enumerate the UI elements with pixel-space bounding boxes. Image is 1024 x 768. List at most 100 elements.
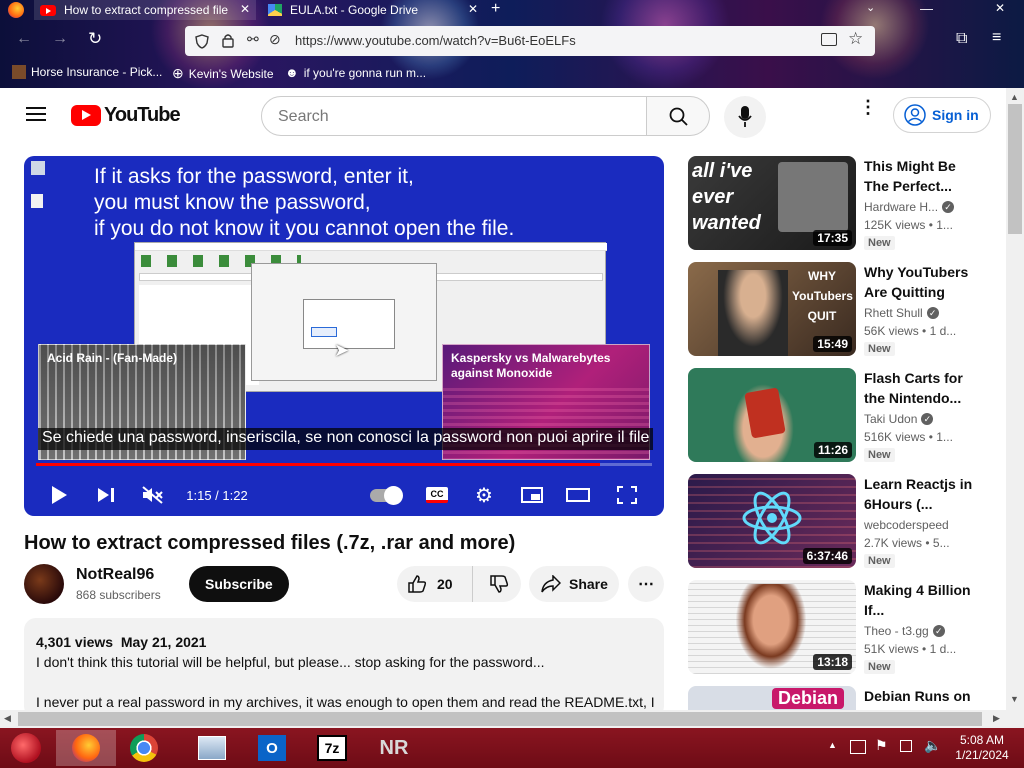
recommendation-item[interactable]: 13:18 Making 4 Billion If... Theo - t3.g… (688, 580, 988, 674)
menu-icon[interactable]: ≡ (992, 29, 1001, 47)
scroll-right-icon[interactable]: ▶ (993, 713, 1000, 724)
theater-mode-button[interactable] (564, 474, 592, 516)
recommendation-item[interactable]: 6:37:46 Learn Reactjs in 6Hours (... web… (688, 474, 988, 568)
video-thumbnail[interactable]: 13:18 (688, 580, 856, 674)
sign-in-button[interactable]: Sign in (893, 97, 991, 133)
list-tabs-icon[interactable]: ⌄ (866, 1, 875, 14)
video-player[interactable]: If it asks for the password, enter it, y… (24, 156, 664, 516)
extensions-icon[interactable]: ⧉ (956, 30, 967, 48)
clock-time: 5:08 AM (959, 733, 1005, 747)
description-line: I never put a real password in my archiv… (36, 694, 655, 710)
recommendation-item[interactable]: 11:26 Flash Carts for the Nintendo... Ta… (688, 368, 988, 462)
next-icon (98, 488, 114, 502)
firefox-menu-icon[interactable] (8, 2, 24, 18)
close-tab-icon[interactable]: ✕ (240, 2, 250, 16)
bookmark-item[interactable]: ☻ if you're gonna run m... (285, 65, 426, 80)
recommendation-item[interactable]: Debian Debian Runs on (688, 686, 988, 710)
network-icon[interactable] (900, 740, 912, 752)
video-thumbnail[interactable]: 11:26 (688, 368, 856, 462)
tab-title: How to extract compressed file (64, 3, 229, 17)
scroll-up-icon[interactable]: ▲ (1010, 92, 1019, 102)
bookmark-item[interactable]: Horse Insurance - Pick... (12, 65, 162, 79)
close-window-icon[interactable]: ✕ (995, 1, 1005, 15)
next-button[interactable] (94, 474, 118, 516)
share-button[interactable]: Share (529, 566, 619, 602)
taskbar-nr[interactable]: NR (364, 730, 424, 766)
autoplay-toggle[interactable] (368, 474, 404, 516)
video-thumbnail[interactable]: Debian (688, 686, 856, 710)
taskbar-firefox[interactable] (56, 730, 116, 766)
hamburger-menu-icon[interactable] (26, 106, 46, 122)
more-options-icon[interactable]: ⋮ (859, 98, 877, 116)
search-button[interactable] (646, 96, 710, 136)
recycle-bin-icon (31, 161, 45, 175)
channel-avatar[interactable] (24, 564, 64, 604)
start-button[interactable] (6, 730, 46, 766)
play-button[interactable] (46, 474, 72, 516)
tab-youtube[interactable]: How to extract compressed file ✕ (34, 0, 256, 20)
youtube-play-logo-icon (71, 105, 101, 126)
dislike-button[interactable] (477, 566, 521, 602)
search-input[interactable]: Search (261, 96, 647, 136)
more-actions-button[interactable]: ⋯ (628, 566, 664, 602)
taskbar-7zip[interactable]: 7z (302, 730, 362, 766)
like-button[interactable]: 20 (397, 566, 473, 602)
video-thumbnail[interactable]: all i've ever wanted 17:35 (688, 156, 856, 250)
recommendation-item[interactable]: all i've ever wanted 17:35 This Might Be… (688, 156, 988, 250)
reload-icon[interactable]: ↻ (88, 29, 102, 49)
lock-icon[interactable] (222, 33, 234, 48)
close-tab-icon[interactable]: ✕ (468, 2, 478, 16)
video-thumbnail[interactable]: 6:37:46 (688, 474, 856, 568)
scrollbar-thumb[interactable] (18, 712, 982, 726)
captions-button[interactable]: CC (424, 474, 450, 516)
progress-bar[interactable] (36, 463, 652, 466)
vertical-scrollbar[interactable]: ▲ ▼ (1006, 88, 1024, 710)
display-tray-icon[interactable] (850, 740, 866, 754)
bookmark-star-icon[interactable]: ☆ (848, 29, 863, 49)
miniplayer-button[interactable] (518, 474, 546, 516)
back-icon[interactable]: ← (16, 30, 32, 48)
picture-in-picture-icon[interactable] (821, 33, 837, 46)
action-center-flag-icon[interactable]: ⚑ (875, 737, 888, 754)
taskbar-outlook[interactable]: O (242, 730, 302, 766)
video-overlay-text: If it asks for the password, enter it, y… (94, 164, 514, 242)
horizontal-scrollbar[interactable]: ◀ ▶ (0, 710, 1024, 728)
settings-button[interactable]: ⚙ (472, 474, 496, 516)
recommendation-channel: Hardware H... ✓ (864, 200, 955, 214)
new-tab-icon[interactable]: + (491, 0, 500, 18)
description-box[interactable]: 4,301 views May 21, 2021 I don't think t… (24, 618, 664, 710)
shield-icon[interactable] (195, 34, 209, 49)
tracking-blocked-icon[interactable]: ⊘ (269, 31, 281, 48)
upload-age: 5... (932, 536, 950, 550)
url-bar[interactable]: ⚯ ⊘ https://www.youtube.com/watch?v=Bu6t… (185, 26, 875, 56)
forward-icon[interactable]: → (52, 30, 68, 48)
recommendation-channel: Rhett Shull ✓ (864, 306, 939, 320)
scroll-left-icon[interactable]: ◀ (4, 713, 11, 724)
channel-name[interactable]: NotReal96 (76, 566, 154, 584)
system-clock[interactable]: 5:08 AM 1/21/2024 (950, 733, 1014, 763)
taskbar-chrome[interactable] (114, 730, 174, 766)
scroll-down-icon[interactable]: ▼ (1010, 694, 1019, 704)
bookmark-item[interactable]: ⊕ Kevin's Website (172, 65, 274, 82)
volume-muted-icon[interactable]: 🔈 (924, 737, 941, 754)
upload-age: 1 d... (929, 324, 957, 338)
youtube-logo[interactable]: YouTube (71, 104, 181, 127)
scrollbar-thumb[interactable] (1008, 104, 1022, 234)
firefox-icon (72, 734, 100, 762)
microphone-icon (738, 106, 752, 127)
fullscreen-button[interactable] (614, 474, 640, 516)
taskbar-explorer[interactable] (182, 730, 242, 766)
recommendation-item[interactable]: WHY YouTubers QUIT 15:49 Why YouTubers A… (688, 262, 988, 356)
permissions-icon[interactable]: ⚯ (247, 31, 259, 48)
video-thumbnail[interactable]: WHY YouTubers QUIT 15:49 (688, 262, 856, 356)
mute-button[interactable] (140, 474, 166, 516)
channel-name: Taki Udon (864, 412, 918, 426)
tab-google-drive[interactable]: EULA.txt - Google Drive ✕ (262, 0, 484, 20)
show-hidden-icons-icon[interactable]: ▲ (828, 740, 837, 750)
upload-date: May 21, 2021 (120, 634, 207, 650)
minimize-icon[interactable]: — (920, 1, 933, 16)
description-meta: 4,301 views May 21, 2021 (36, 632, 652, 652)
voice-search-button[interactable] (724, 96, 766, 138)
horse-favicon-icon (12, 65, 26, 79)
subscribe-button[interactable]: Subscribe (189, 566, 289, 602)
